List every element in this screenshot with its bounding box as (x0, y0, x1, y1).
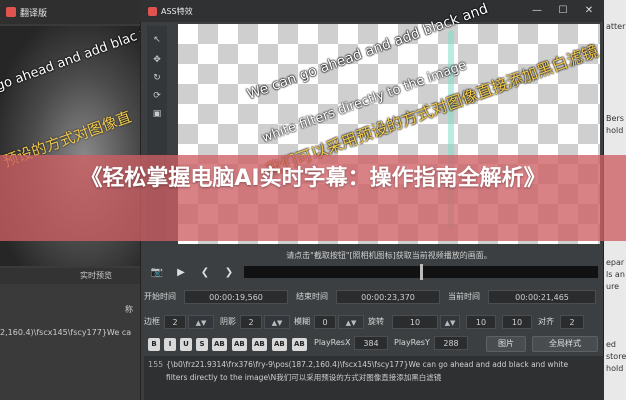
rotate-z-input[interactable]: 10 (502, 315, 532, 329)
background-right-text: epar (606, 258, 625, 267)
primary-color-button[interactable]: AB (212, 338, 227, 351)
global-style-button[interactable]: 全局样式 (532, 336, 598, 352)
timeline-playhead[interactable] (420, 264, 423, 280)
rotate-y-input[interactable]: 10 (466, 315, 496, 329)
playresx-label: PlayResX (314, 338, 351, 347)
start-time-label: 开始时间 (144, 292, 176, 301)
blur-stepper[interactable]: ▲▼ (338, 315, 364, 329)
time-row: 开始时间 00:00:19,560 结束时间 00:00:23,370 当前时间… (144, 288, 600, 306)
border-label: 边框 (144, 317, 160, 326)
scale-tool-icon[interactable]: ▣ (151, 108, 163, 120)
play-button[interactable]: ▶ (174, 266, 188, 280)
code-line[interactable]: {\b0\frz21.9314\frx376\fry-9\pos(187.2,1… (166, 360, 598, 369)
image-button[interactable]: 图片 (486, 336, 526, 352)
playresx-input[interactable]: 384 (354, 336, 388, 350)
shadow-stepper[interactable]: ▲▼ (264, 315, 290, 329)
current-time-input[interactable]: 00:00:21,465 (488, 290, 596, 304)
line-number: 155 (148, 360, 164, 369)
banner-title: 《轻松掌握电脑AI实时字幕：操作指南全解析》 (80, 166, 546, 191)
border-input[interactable]: 2 (164, 315, 186, 329)
background-app-titlebar: 翻译版 (0, 0, 140, 24)
shadow-label: 阴影 (220, 317, 236, 326)
alpha-button[interactable]: AB (292, 338, 307, 351)
shadow-color-button[interactable]: AB (272, 338, 287, 351)
close-button[interactable]: ✕ (582, 4, 596, 18)
background-right-text: hold (606, 364, 624, 373)
background-status-bar (0, 268, 140, 284)
minimize-button[interactable]: — (530, 4, 544, 18)
camera-capture-icon[interactable]: 📷 (150, 266, 164, 280)
end-time-label: 结束时间 (296, 292, 328, 301)
background-code-fragment: 2,160.4)\fscx145\fscy177}We ca (0, 328, 132, 337)
strike-button[interactable]: S (196, 338, 208, 351)
rotate-x-stepper[interactable]: ▲▼ (440, 315, 460, 329)
move-tool-icon[interactable]: ✥ (151, 54, 163, 66)
background-right-text: ls an (606, 270, 625, 279)
rotate-xy-tool-icon[interactable]: ⟳ (151, 90, 163, 102)
rotate-x-input[interactable]: 10 (392, 315, 438, 329)
rotate-z-tool-icon[interactable]: ↻ (151, 72, 163, 84)
border-stepper[interactable]: ▲▼ (188, 315, 214, 329)
background-status-label: 实时预览 (80, 271, 112, 280)
code-line[interactable]: filters directly to the image\N我们可以采用预设的… (166, 372, 598, 383)
bold-button[interactable]: B (148, 338, 160, 351)
blur-input[interactable]: 0 (314, 315, 336, 329)
style-props-row: 边框 2 ▲▼ 阴影 2 ▲▼ 模糊 0 ▲▼ 旋转 10 ▲▼ 10 10 对… (144, 313, 600, 331)
current-time-label: 当前时间 (448, 292, 480, 301)
background-right-text: hold (606, 126, 624, 135)
capture-hint-text: 请点击"截取按钮"[照相机图标]获取当前视频播放的画面。 (286, 251, 492, 260)
background-right-text: ure (606, 282, 620, 291)
next-frame-button[interactable]: ❯ (222, 266, 236, 280)
maximize-button[interactable]: ☐ (556, 4, 570, 18)
dialog-logo-icon (148, 6, 157, 16)
align-select[interactable]: 2 (560, 315, 584, 329)
background-app-title: 翻译版 (20, 8, 48, 19)
outline-color-button[interactable]: AB (252, 338, 267, 351)
dialog-title: ASS特效 (161, 6, 193, 16)
start-time-input[interactable]: 00:00:19,560 (184, 290, 288, 304)
background-field-label: 称 (125, 305, 133, 314)
background-right-text: ed (606, 340, 616, 349)
blur-label: 模糊 (294, 317, 310, 326)
secondary-color-button[interactable]: AB (232, 338, 247, 351)
prev-frame-button[interactable]: ❮ (198, 266, 212, 280)
underline-button[interactable]: U (180, 338, 192, 351)
align-label: 对齐 (538, 317, 554, 326)
background-right-text: atter (606, 22, 626, 31)
playresy-input[interactable]: 288 (434, 336, 468, 350)
background-right-text: store (606, 352, 626, 361)
end-time-input[interactable]: 00:00:23,370 (336, 290, 440, 304)
select-tool-icon[interactable]: ↖ (151, 34, 163, 46)
italic-button[interactable]: I (164, 338, 176, 351)
shadow-input[interactable]: 2 (240, 315, 262, 329)
app-logo-icon (6, 7, 16, 17)
background-right-text: Bers (606, 114, 624, 123)
rotate-label: 旋转 (368, 317, 384, 326)
playresy-label: PlayResY (394, 338, 430, 347)
